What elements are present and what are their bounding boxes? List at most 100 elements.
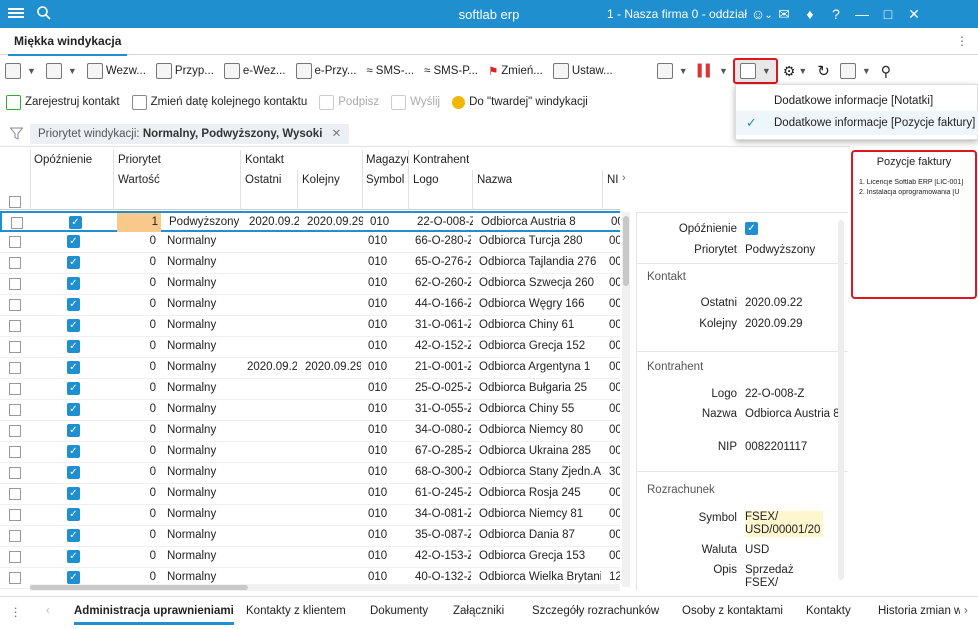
tab-administracja[interactable]: Administracja uprawnieniami	[74, 605, 234, 625]
close-icon[interactable]: ✕	[904, 4, 924, 24]
header-kolejny[interactable]: Kolejny	[302, 174, 340, 186]
close-icon[interactable]: ✕	[332, 128, 342, 140]
wezw-button[interactable]: Wezw...	[82, 58, 151, 84]
help-icon[interactable]: ?	[826, 4, 846, 24]
maximize-icon[interactable]: □	[878, 4, 898, 24]
row-checkbox[interactable]	[9, 320, 21, 332]
table-row[interactable]: ✓ 0 Normalny 2020.09.2 2020.09.29 010 21-O-001…	[0, 358, 620, 379]
delay-checkbox[interactable]: ✓	[67, 445, 80, 458]
header-kontakt[interactable]: Kontakt	[245, 154, 284, 166]
header-kontrahent[interactable]: Kontrahent	[413, 154, 469, 166]
row-checkbox[interactable]	[9, 509, 21, 521]
header-ostatni[interactable]: Ostatni	[245, 174, 281, 186]
refresh-button[interactable]: ↻	[812, 58, 835, 84]
delay-checkbox[interactable]: ✓	[69, 216, 82, 229]
table-row[interactable]: ✓ 0 Normalny 010 34-O-080-Z Odbiorca Niemcy 8…	[0, 421, 620, 442]
change-date-button[interactable]: Zmień datę kolejnego kontaktu	[126, 94, 314, 110]
row-checkbox[interactable]	[9, 572, 21, 584]
header-symbol[interactable]: Symbol	[366, 174, 404, 186]
delay-checkbox[interactable]: ✓	[67, 403, 80, 416]
user-icon[interactable]: ☺	[748, 4, 768, 24]
bell-icon[interactable]: ♦	[800, 4, 820, 24]
table-row[interactable]: ✓ 0 Normalny 010 68-O-300-Z Odbiorca Stany Zj…	[0, 463, 620, 484]
delay-checkbox[interactable]: ✓	[67, 361, 80, 374]
select-all-checkbox[interactable]	[9, 196, 21, 208]
row-checkbox[interactable]	[9, 467, 21, 479]
tab-zalaczniki[interactable]: Załączniki	[453, 605, 504, 617]
extra-info-button[interactable]: ▼	[732, 58, 778, 84]
detail-opoznienie-checkbox[interactable]: ✓	[745, 222, 758, 235]
chevron-right-icon[interactable]: ›	[964, 605, 968, 617]
header-nazwa[interactable]: Nazwa	[477, 174, 512, 186]
table-row[interactable]: ✓ 0 Normalny 010 44-O-166-Z Odbiorca Węgry 16…	[0, 295, 620, 316]
filter-icon[interactable]	[10, 127, 23, 140]
message-icon[interactable]: ✉	[774, 4, 794, 24]
row-checkbox[interactable]	[9, 551, 21, 563]
header-opoznienie[interactable]: Opóźnienie	[34, 154, 92, 166]
zmien-button[interactable]: ⚑ Zmień...	[483, 58, 548, 84]
tab-dokumenty[interactable]: Dokumenty	[370, 605, 428, 617]
table-row[interactable]: ✓ 0 Normalny 010 67-O-285-Z Odbiorca Ukraina …	[0, 442, 620, 463]
table-row[interactable]: ✓ 0 Normalny 010 31-O-061-Z Odbiorca Chiny 61…	[0, 316, 620, 337]
row-checkbox[interactable]	[9, 404, 21, 416]
row-checkbox[interactable]	[9, 446, 21, 458]
table-row[interactable]: ✓ 0 Normalny 010 42-O-152-Z Odbiorca Grecja 1…	[0, 337, 620, 358]
delay-checkbox[interactable]: ✓	[67, 550, 80, 563]
table-row[interactable]: ✓ 1 Podwyższony 2020.09.2 2020.09.29 010 22-O-…	[0, 211, 620, 232]
tab-miekka-windykacja[interactable]: Miękka windykacja	[8, 34, 128, 56]
delay-checkbox[interactable]: ✓	[67, 340, 80, 353]
register-contact-button[interactable]: Zarejestruj kontakt	[0, 94, 126, 110]
delay-checkbox[interactable]: ✓	[67, 529, 80, 542]
tab-szczegoly[interactable]: Szczegóły rozrachunków	[532, 605, 659, 617]
table-row[interactable]: ✓ 0 Normalny 010 65-O-276-Z Odbiorca Tajlandi…	[0, 253, 620, 274]
dropdown-item-pozycje[interactable]: ✓ Dodatkowe informacje [Pozycje faktury]	[736, 111, 978, 135]
row-checkbox[interactable]	[9, 299, 21, 311]
delay-checkbox[interactable]: ✓	[67, 487, 80, 500]
header-priorytet[interactable]: Priorytet	[118, 154, 161, 166]
header-logo[interactable]: Logo	[413, 174, 439, 186]
row-checkbox[interactable]	[9, 341, 21, 353]
table-row[interactable]: ✓ 0 Normalny 010 31-O-055-Z Odbiorca Chiny 55…	[0, 400, 620, 421]
header-wartosc[interactable]: Wartość	[118, 174, 160, 186]
row-checkbox[interactable]	[11, 217, 23, 229]
delay-checkbox[interactable]: ✓	[67, 256, 80, 269]
tab-osoby[interactable]: Osoby z kontaktami	[682, 605, 783, 617]
grid-horizontal-scrollbar[interactable]	[30, 584, 620, 591]
dropdown-item-notatki[interactable]: Dodatkowe informacje [Notatki]	[736, 89, 978, 113]
delay-checkbox[interactable]: ✓	[67, 298, 80, 311]
ustaw-button[interactable]: Ustaw...	[548, 58, 618, 84]
delay-checkbox[interactable]: ✓	[67, 319, 80, 332]
minimize-icon[interactable]: —	[852, 4, 872, 24]
delay-checkbox[interactable]: ✓	[67, 508, 80, 521]
table-row[interactable]: ✓ 0 Normalny 010 34-O-081-Z Odbiorca Niemcy 8…	[0, 505, 620, 526]
more-icon[interactable]: ⋮	[956, 34, 968, 48]
header-nip[interactable]: NI	[607, 174, 619, 186]
filter-chip[interactable]: Priorytet windykacji: Normalny, Podwyższ…	[30, 124, 350, 144]
delay-checkbox[interactable]: ✓	[67, 571, 80, 584]
ewez-button[interactable]: e-Wez...	[219, 58, 291, 84]
zoom-button[interactable]: ⚲	[876, 58, 896, 84]
more-icon[interactable]: ⋮	[10, 605, 22, 619]
layout-button[interactable]: ▼	[835, 58, 876, 84]
table-row[interactable]: ✓ 0 Normalny 010 25-O-025-Z Odbiorca Bułgaria…	[0, 379, 620, 400]
table-row[interactable]: ✓ 0 Normalny 010 61-O-245-Z Odbiorca Rosja 24…	[0, 484, 620, 505]
row-checkbox[interactable]	[9, 257, 21, 269]
table-row[interactable]: ✓ 0 Normalny 010 35-O-087-Z Odbiorca Dania 87…	[0, 526, 620, 547]
delay-checkbox[interactable]: ✓	[67, 277, 80, 290]
delay-checkbox[interactable]: ✓	[67, 382, 80, 395]
send-button[interactable]: Wyślij	[385, 94, 446, 110]
hard-collection-button[interactable]: Do "twardej" windykacji	[446, 95, 594, 109]
delay-checkbox[interactable]: ✓	[67, 466, 80, 479]
row-checkbox[interactable]	[9, 362, 21, 374]
row-checkbox[interactable]	[9, 278, 21, 290]
tab-historia[interactable]: Historia zmian w	[878, 605, 960, 617]
print-button[interactable]: ▼	[0, 58, 41, 84]
table-row[interactable]: ✓ 0 Normalny 010 66-O-280-Z Odbiorca Turcja 2…	[0, 232, 620, 253]
gears-button[interactable]: ⚙ ▼	[778, 58, 812, 84]
filter-edit-button[interactable]: ▼	[652, 58, 693, 84]
eprzy-button[interactable]: e-Przy...	[291, 58, 362, 84]
document-button[interactable]: ▼	[41, 58, 82, 84]
tab-kontakty-z-klientem[interactable]: Kontakty z klientem	[246, 605, 346, 617]
grid-vertical-scrollbar[interactable]	[622, 212, 630, 587]
row-checkbox[interactable]	[9, 236, 21, 248]
